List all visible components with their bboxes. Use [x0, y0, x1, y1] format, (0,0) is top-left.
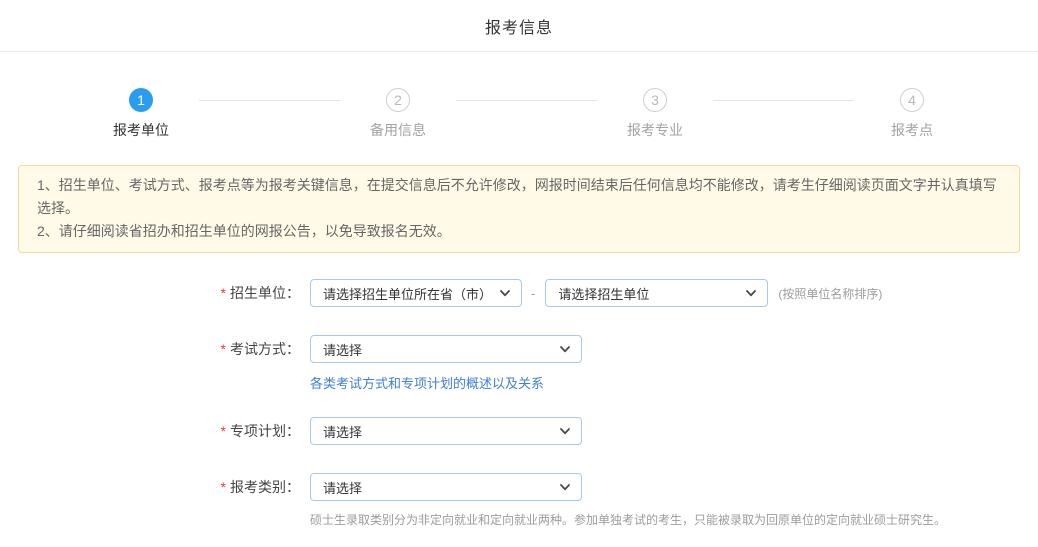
special-program-label: *专项计划：: [0, 421, 300, 441]
step-1-circle: 1: [129, 88, 153, 112]
notice-box: 1、招生单位、考试方式、报考点等为报考关键信息，在提交信息后不允许修改，网报时间…: [18, 165, 1020, 253]
special-program-select[interactable]: 请选择: [310, 417, 582, 445]
chevron-down-icon: [558, 424, 572, 438]
step-4-circle: 4: [900, 88, 924, 112]
application-category-select[interactable]: 请选择: [310, 473, 582, 501]
required-marker: *: [221, 285, 226, 301]
step-connector: [456, 100, 597, 101]
notice-line-1: 1、招生单位、考试方式、报考点等为报考关键信息，在提交信息后不允许修改，网报时间…: [37, 174, 1001, 220]
select-separator: -: [531, 286, 535, 301]
application-category-label: *报考类别：: [0, 477, 300, 497]
step-3-circle: 3: [643, 88, 667, 112]
exam-method-help-row: 各类考试方式和专项计划的概述以及关系: [310, 373, 1038, 393]
exam-method-select-value: 请选择: [323, 340, 362, 359]
page-header: 报考信息: [0, 0, 1038, 52]
province-select-value: 请选择招生单位所在省（市）: [323, 284, 490, 303]
step-2-circle: 2: [386, 88, 410, 112]
step-exam-site: 4 报考点: [864, 88, 960, 140]
special-program-select-value: 请选择: [323, 422, 362, 441]
province-select[interactable]: 请选择招生单位所在省（市）: [310, 279, 522, 307]
exam-method-overview-link[interactable]: 各类考试方式和专项计划的概述以及关系: [310, 376, 544, 391]
application-info-page: 报考信息 1 报考单位 2 备用信息 3 报考专业 4 报考点 1、招生单位、考…: [0, 0, 1038, 547]
step-application-major: 3 报考专业: [607, 88, 703, 140]
exam-method-select[interactable]: 请选择: [310, 335, 582, 363]
field-application-category: *报考类别： 请选择: [0, 473, 1038, 501]
chevron-down-icon: [744, 286, 758, 300]
step-1-label: 报考单位: [113, 120, 169, 140]
step-4-label: 报考点: [891, 120, 933, 140]
application-form: *招生单位： 请选择招生单位所在省（市） - 请选择招生单位 (按照单位名称排序…: [0, 279, 1038, 547]
required-marker: *: [221, 341, 226, 357]
step-connector: [199, 100, 340, 101]
unit-sort-hint: (按照单位名称排序): [778, 285, 882, 302]
wizard-stepper: 1 报考单位 2 备用信息 3 报考专业 4 报考点: [93, 88, 960, 140]
step-2-label: 备用信息: [370, 120, 426, 140]
field-admission-unit: *招生单位： 请选择招生单位所在省（市） - 请选择招生单位 (按照单位名称排序…: [0, 279, 1038, 307]
step-connector: [713, 100, 854, 101]
chevron-down-icon: [498, 286, 512, 300]
application-category-select-value: 请选择: [323, 478, 362, 497]
page-title: 报考信息: [485, 14, 553, 38]
unit-select[interactable]: 请选择招生单位: [545, 279, 768, 307]
required-marker: *: [221, 423, 226, 439]
required-marker: *: [221, 479, 226, 495]
step-3-label: 报考专业: [627, 120, 683, 140]
unit-select-value: 请选择招生单位: [558, 284, 649, 303]
step-backup-info: 2 备用信息: [350, 88, 446, 140]
field-special-program: *专项计划： 请选择: [0, 417, 1038, 445]
exam-method-label: *考试方式：: [0, 339, 300, 359]
field-exam-method: *考试方式： 请选择: [0, 335, 1038, 363]
admission-unit-label: *招生单位：: [0, 283, 300, 303]
notice-line-2: 2、请仔细阅读省招办和招生单位的网报公告，以免导致报名无效。: [37, 220, 1001, 243]
step-admission-unit: 1 报考单位: [93, 88, 189, 140]
chevron-down-icon: [558, 342, 572, 356]
application-category-hint: 硕士生录取类别分为非定向就业和定向就业两种。参加单独考试的考生，只能被录取为回原…: [310, 511, 1038, 528]
chevron-down-icon: [558, 480, 572, 494]
